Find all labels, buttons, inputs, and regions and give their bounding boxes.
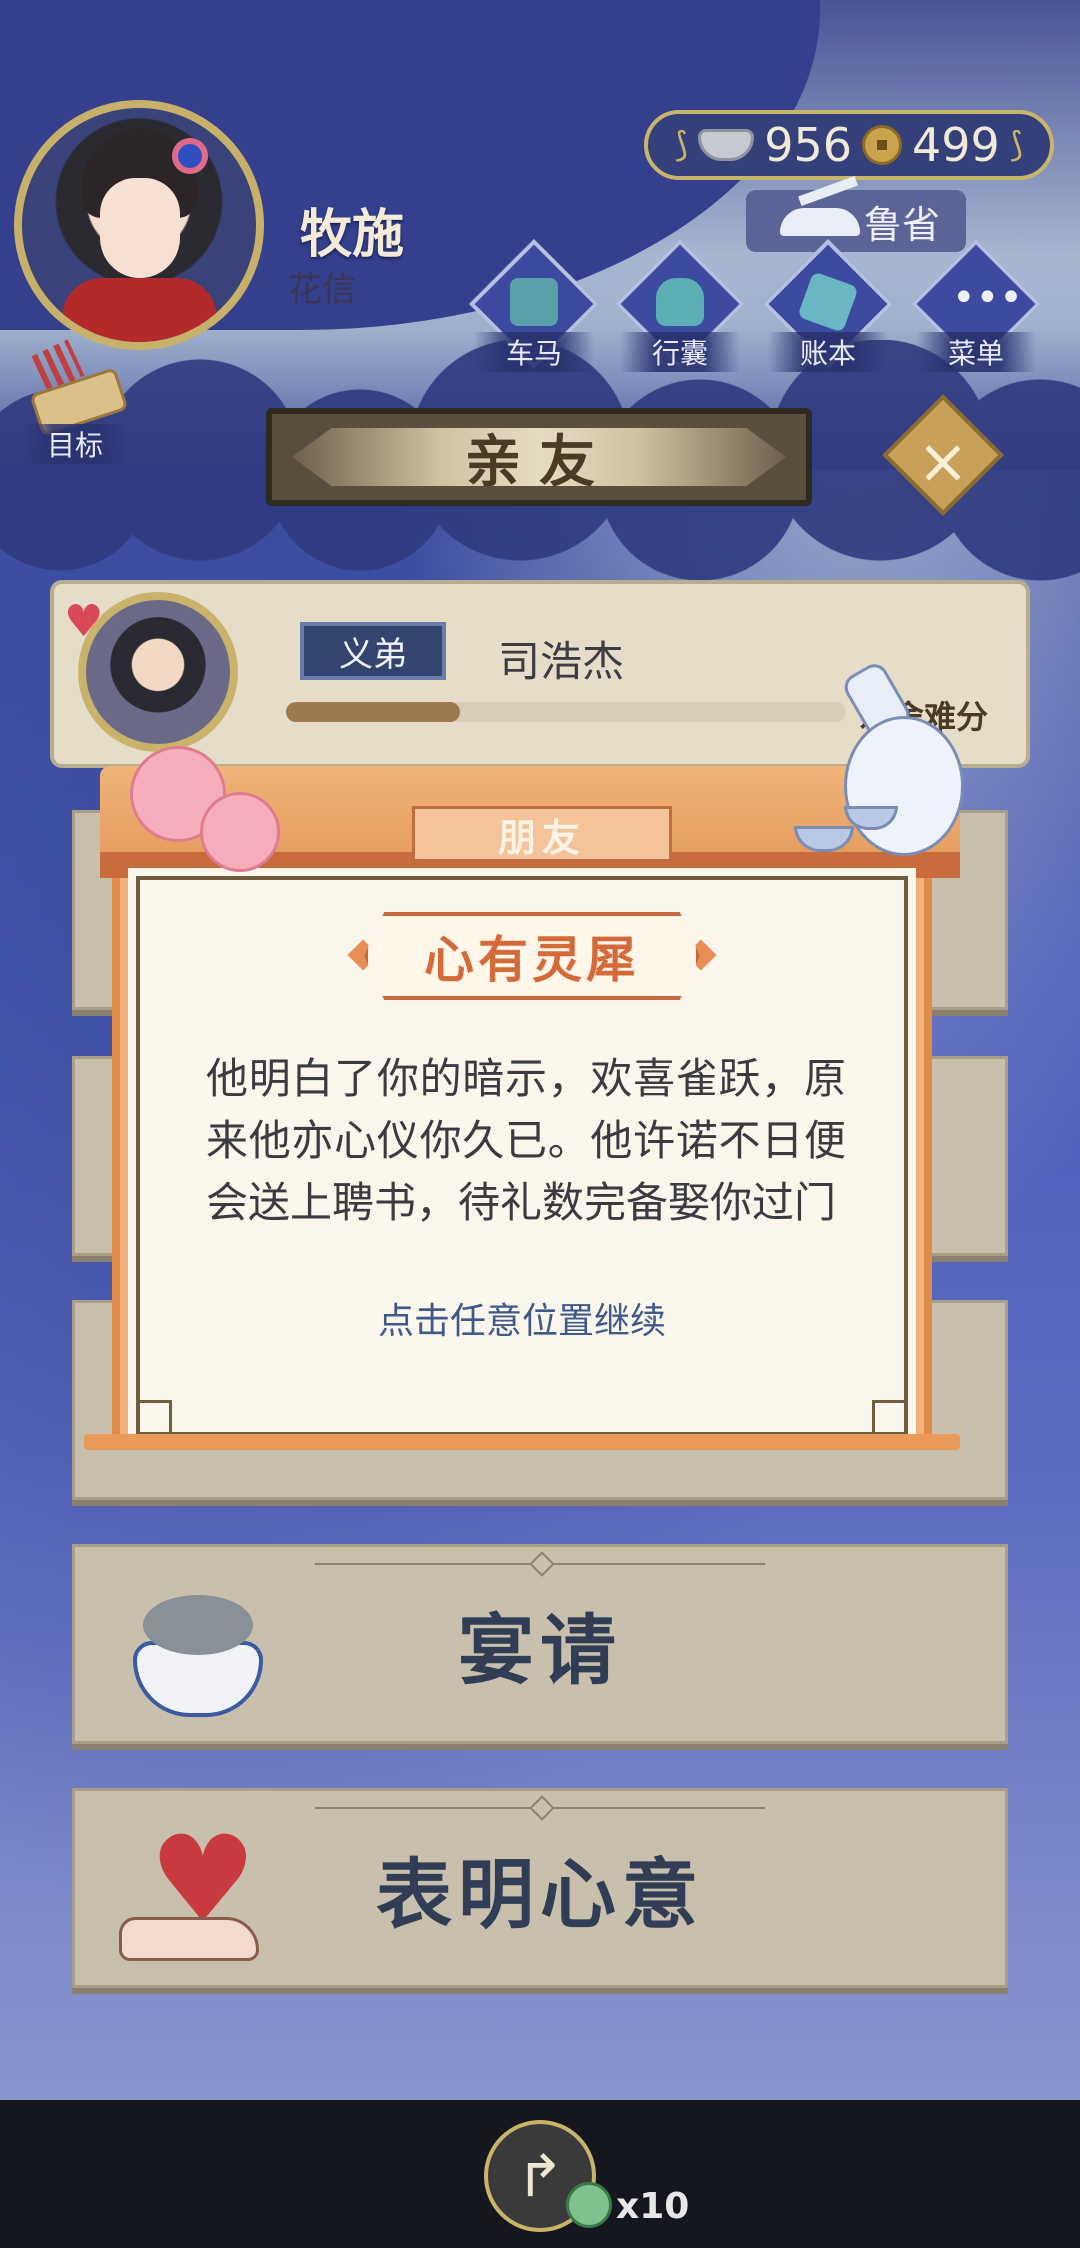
dialog-footer-bar <box>84 1434 960 1450</box>
blossom-small <box>200 792 280 872</box>
corner-ornament <box>872 1400 906 1434</box>
cherry-blossom-icon <box>124 726 304 886</box>
flask-body <box>844 716 964 856</box>
wine-flask-icon <box>784 656 984 886</box>
result-dialog[interactable]: 朋友 心有灵犀 他明白了你的暗示，欢喜雀跃，原来他亦心仪你久已。他许诺不日便会送… <box>84 659 964 1450</box>
bottom-bar: ↱ x10 <box>0 2100 1080 2248</box>
continue-hint: 点击任意位置继续 <box>377 1301 666 1342</box>
share-count: x10 <box>616 2186 690 2227</box>
game-screen[interactable]: 牧施 花信 ⟆ 956 499 ⟆ 鲁省 车马 行囊 账本 ••• 菜单 目标 … <box>0 0 1080 2100</box>
dialog-message: 他明白了你的暗示，欢喜雀跃，原来他亦心仪你久已。他许诺不日便会送上聘书，待礼数完… <box>206 1054 846 1227</box>
jade-coin-icon <box>566 2182 612 2228</box>
corner-ornament <box>138 1400 172 1434</box>
dialog-tab: 朋友 <box>412 806 672 862</box>
dialog-title: 心有灵犀 <box>424 931 640 989</box>
share-icon: ↱ <box>515 2142 565 2210</box>
dialog-title-box: 心有灵犀 <box>364 912 700 1000</box>
wine-cup <box>794 826 854 852</box>
